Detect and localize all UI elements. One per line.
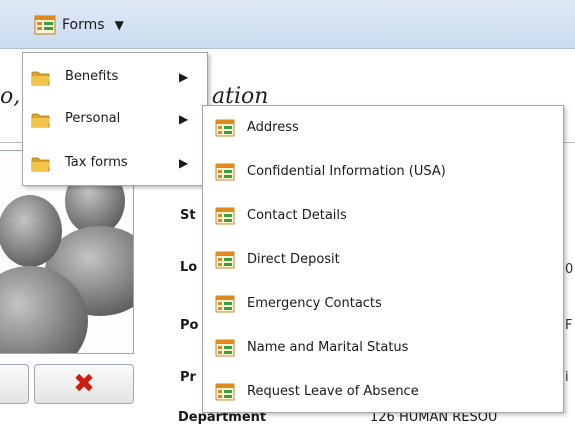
field-value-clip-2: F — [565, 318, 573, 333]
field-value-clip-3: i — [565, 370, 569, 385]
delete-x-icon: ✖ — [73, 369, 95, 399]
submenu-item[interactable]: Confidential Information (USA) — [203, 158, 563, 188]
menu-item-tax-forms[interactable]: Tax forms ▶ — [23, 149, 207, 179]
menu-item-personal[interactable]: Personal ▶ — [23, 105, 207, 135]
form-icon — [215, 383, 235, 401]
triangle-right-icon: ▶ — [179, 70, 189, 84]
menu-item-label: Tax forms — [65, 155, 128, 170]
field-label-2: Lo — [180, 260, 198, 275]
submenu-item-label: Direct Deposit — [247, 252, 340, 267]
field-value-clip-1: 0 — [565, 262, 574, 277]
submenu-item-label: Confidential Information (USA) — [247, 164, 446, 179]
triangle-right-icon: ▶ — [179, 112, 189, 126]
folder-icon — [31, 71, 50, 86]
triangle-right-icon: ▶ — [179, 156, 189, 170]
menu-item-label: Personal — [65, 111, 121, 126]
submenu-item-label: Name and Marital Status — [247, 340, 409, 355]
form-icon — [215, 119, 235, 137]
form-icon — [215, 207, 235, 225]
forms-menu-label: Forms — [62, 17, 105, 33]
personal-submenu: Address Confidential Information (USA) Con… — [202, 105, 564, 413]
page-title-fragment: o, — [0, 84, 21, 109]
field-label-1: St — [180, 208, 196, 223]
menu-item-label: Benefits — [65, 69, 119, 84]
forms-dropdown-menu: Benefits ▶ Personal ▶ Tax forms ▶ — [22, 52, 208, 186]
submenu-item[interactable]: Name and Marital Status — [203, 334, 563, 364]
menu-item-benefits[interactable]: Benefits ▶ — [23, 63, 207, 93]
edit-photo-button[interactable] — [0, 364, 29, 404]
field-label-4: Pr — [180, 370, 196, 385]
submenu-item[interactable]: Request Leave of Absence — [203, 378, 563, 408]
submenu-item-label: Emergency Contacts — [247, 296, 382, 311]
submenu-item-label: Request Leave of Absence — [247, 384, 419, 399]
form-icon — [215, 339, 235, 357]
form-icon — [215, 295, 235, 313]
submenu-item[interactable]: Contact Details — [203, 202, 563, 232]
folder-icon — [31, 157, 50, 172]
forms-grid-icon — [34, 15, 56, 35]
submenu-item-label: Contact Details — [247, 208, 347, 223]
submenu-item[interactable]: Direct Deposit — [203, 246, 563, 276]
form-icon — [215, 251, 235, 269]
submenu-item-label: Address — [247, 120, 299, 135]
forms-menu-button[interactable]: Forms ▼ — [34, 11, 124, 39]
delete-photo-button[interactable]: ✖ — [34, 364, 134, 404]
form-icon — [215, 163, 235, 181]
triangle-down-icon: ▼ — [114, 18, 124, 32]
folder-icon — [31, 113, 50, 128]
field-label-3: Po — [180, 318, 199, 333]
submenu-item[interactable]: Address — [203, 114, 563, 144]
submenu-item[interactable]: Emergency Contacts — [203, 290, 563, 320]
toolbar: Forms ▼ — [0, 0, 575, 49]
